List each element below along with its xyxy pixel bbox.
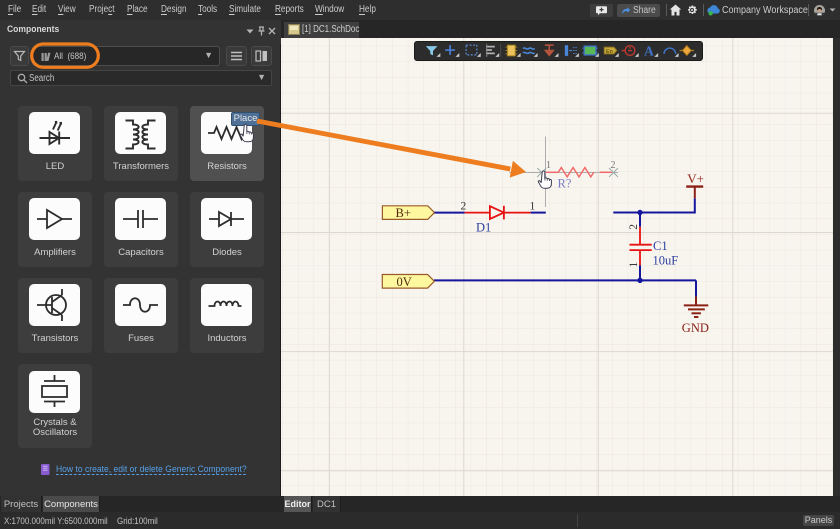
- svg-text:En: En: [606, 49, 613, 55]
- svg-text:GND: GND: [682, 321, 709, 335]
- svg-text:R?: R?: [558, 177, 572, 191]
- svg-text:1: 1: [530, 201, 536, 213]
- svg-text:2: 2: [628, 224, 640, 230]
- svg-text:1: 1: [628, 262, 640, 268]
- svg-text:10uF: 10uF: [653, 254, 679, 268]
- svg-text:0V: 0V: [397, 275, 412, 289]
- svg-text:A: A: [644, 43, 654, 58]
- svg-text:2: 2: [611, 160, 616, 171]
- svg-text:C1: C1: [653, 239, 668, 253]
- svg-text:D1: D1: [476, 221, 491, 235]
- svg-text:2: 2: [461, 201, 467, 213]
- svg-text:B+: B+: [396, 206, 411, 220]
- svg-text:V+: V+: [687, 171, 704, 186]
- svg-text:1: 1: [546, 160, 551, 171]
